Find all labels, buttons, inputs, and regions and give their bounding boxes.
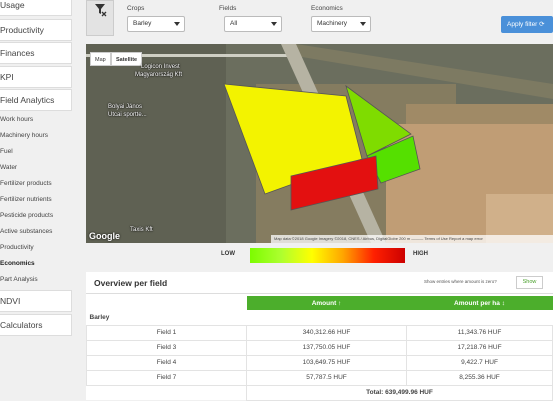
filter-toggle[interactable] [86, 0, 114, 36]
sidebar-subitem-economics[interactable]: Economics [0, 256, 72, 271]
group-label: Barley [89, 313, 110, 321]
chevron-down-icon [360, 22, 366, 26]
per-ha-cell: 9,422.7 HUF [406, 354, 553, 371]
amount-cell: 103,649.75 HUF [246, 354, 407, 371]
scale-low-label: LOW [221, 251, 235, 257]
sidebar-subitem-fuel[interactable]: Fuel [0, 144, 72, 159]
sidebar-item-label: NDVI [0, 296, 21, 306]
fields-select-value: All [230, 20, 238, 27]
crops-label: Crops [127, 5, 145, 12]
fields-label: Fields [219, 5, 237, 12]
amount-cell: 137,750.05 HUF [246, 339, 407, 356]
map-place-label: Bolyai János [108, 104, 143, 110]
per-ha-cell: 11,343.76 HUF [406, 324, 553, 341]
overview-title[interactable]: Overview per field [94, 278, 167, 288]
map[interactable]: Map Satellite Logicon Invest Magyarorszá… [86, 44, 553, 243]
google-logo: Google [89, 231, 120, 241]
per-ha-cell: 8,255.36 HUF [406, 369, 553, 386]
per-ha-cell: 17,218.76 HUF [406, 339, 553, 356]
sidebar-subitem-pesticide-products[interactable]: Pesticide products [0, 208, 72, 223]
sidebar-item-usage[interactable]: Usage [0, 0, 72, 16]
amount-column-header[interactable]: Amount ↑ [246, 296, 407, 310]
filter-clear-icon [95, 4, 107, 17]
map-attribution[interactable]: Map data ©2018 Google Imagery ©2018, CNE… [271, 235, 553, 243]
field-cell: Field 3 [86, 339, 247, 356]
overview-table: Amount ↑ Amount per ha ↕ Barley Field 1 … [86, 296, 553, 401]
table-row: Field 3 137,750.05 HUF 17,218.76 HUF [86, 339, 553, 356]
sidebar-item-label: Finances [0, 48, 35, 58]
sidebar-item-productivity[interactable]: Productivity [0, 19, 72, 41]
overview-panel: Overview per field Show entries where am… [86, 272, 553, 401]
sidebar-item-kpi[interactable]: KPI [0, 66, 72, 88]
field-cell: Field 7 [86, 369, 247, 386]
zero-entries-question: Show entries where amount is zero? [424, 279, 497, 284]
sidebar-item-label: Productivity [0, 25, 44, 35]
apply-filter-button[interactable]: Apply filter ⟳ [501, 16, 553, 33]
table-header-row: Amount ↑ Amount per ha ↕ [86, 296, 553, 310]
sidebar-item-label: Field Analytics [0, 95, 55, 105]
map-place-label: Utcai sportte... [108, 112, 147, 118]
sidebar-item-label: Calculators [0, 320, 43, 330]
economics-select-value: Machinery [317, 20, 347, 27]
amount-per-ha-column-header[interactable]: Amount per ha ↕ [406, 296, 553, 310]
chevron-down-icon [271, 22, 277, 26]
total-blank-cell [87, 385, 247, 400]
map-type-satellite-button[interactable]: Satellite [111, 52, 143, 66]
table-total-row: Total: 639,499.96 HUF [87, 384, 553, 401]
sidebar-subitem-productivity[interactable]: Productivity [0, 240, 72, 255]
sidebar-item-label: KPI [0, 72, 14, 82]
sidebar-item-field-analytics[interactable]: Field Analytics [0, 89, 72, 111]
table-header-blank [86, 296, 247, 310]
table-row: Field 4 103,649.75 HUF 9,422.7 HUF [86, 354, 553, 371]
sidebar-subitem-active-substances[interactable]: Active substances [0, 224, 72, 239]
chevron-down-icon [174, 22, 180, 26]
sidebar-item-calculators[interactable]: Calculators [0, 314, 72, 336]
scale-high-label: HIGH [413, 251, 428, 257]
map-place-label: Taxis Kft [130, 227, 153, 233]
sidebar-subitem-work-hours[interactable]: Work hours [0, 112, 72, 127]
sidebar-subitem-fertilizer-nutrients[interactable]: Fertilizer nutrients [0, 192, 72, 207]
fields-select[interactable]: All [224, 16, 282, 32]
field-cell: Field 4 [86, 354, 247, 371]
crops-select[interactable]: Barley [127, 16, 185, 32]
economics-select[interactable]: Machinery [311, 16, 371, 32]
sidebar-subitem-part-analysis[interactable]: Part Analysis [0, 272, 72, 287]
sidebar-item-finances[interactable]: Finances [0, 42, 72, 64]
filter-bar: Crops Barley Fields All Economics Machin… [86, 0, 553, 36]
map-place-label: Logicon Invest [141, 64, 180, 70]
field-cell: Field 1 [86, 324, 247, 341]
sidebar-subitem-water[interactable]: Water [0, 160, 72, 175]
map-type-map-button[interactable]: Map [90, 52, 111, 66]
amount-cell: 57,787.5 HUF [246, 369, 407, 386]
table-row: Field 7 57,787.5 HUF 8,255.36 HUF [86, 369, 553, 386]
main-content: Crops Barley Fields All Economics Machin… [86, 0, 553, 401]
total-cell: Total: 639,499.96 HUF [246, 384, 553, 401]
sidebar-subitem-fertilizer-products[interactable]: Fertilizer products [0, 176, 72, 191]
color-scale: LOW HIGH [86, 246, 553, 266]
economics-label: Economics [311, 5, 343, 12]
table-group-row: Barley [87, 310, 553, 325]
amount-cell: 340,312.66 HUF [246, 324, 407, 341]
crops-select-value: Barley [133, 20, 152, 27]
overview-header: Overview per field Show entries where am… [86, 272, 553, 294]
sidebar: Usage Productivity Finances KPI Field An… [0, 0, 72, 400]
show-button[interactable]: Show [516, 276, 543, 289]
scale-gradient [250, 248, 405, 263]
sidebar-subitem-machinery-hours[interactable]: Machinery hours [0, 128, 72, 143]
map-place-label: Magyarország Kft [135, 72, 183, 78]
table-row: Field 1 340,312.66 HUF 11,343.76 HUF [86, 324, 553, 341]
sidebar-item-label: Usage [0, 0, 25, 10]
sidebar-item-ndvi[interactable]: NDVI [0, 290, 72, 312]
